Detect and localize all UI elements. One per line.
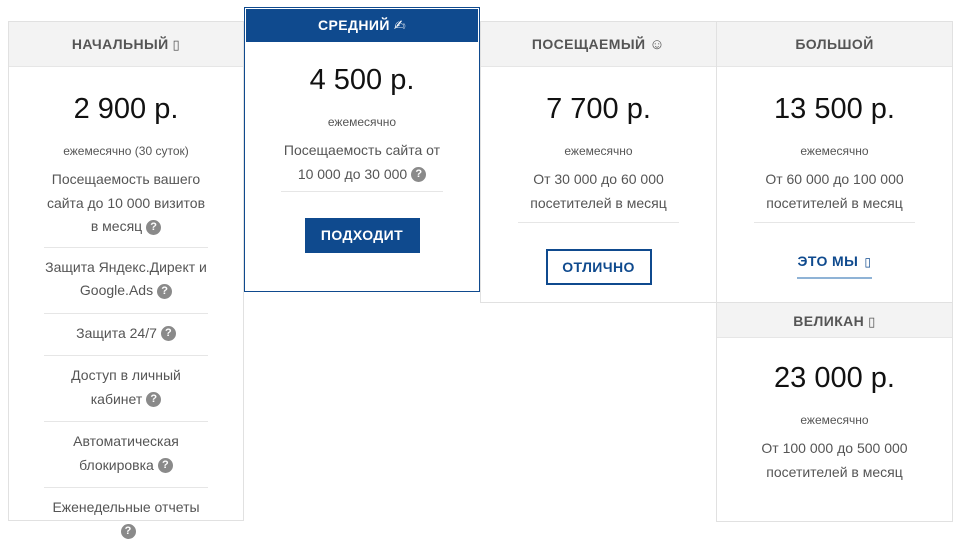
plan-header: ПОСЕЩАЕМЫЙ ☺ [481,22,716,67]
button-label: ЭТО МЫ [797,253,859,269]
plan-price: 13 500 р. [774,93,895,125]
feature-text: От 30 000 до 60 000 посетителей в месяц [530,171,667,211]
plan-header: НАЧАЛЬНЫЙ ▯ [9,22,243,67]
plan-name: НАЧАЛЬНЫЙ [71,36,169,52]
feature-text: От 100 000 до 500 000 посетителей в меся… [761,440,908,480]
plan-feature: От 30 000 до 60 000 посетителей в месяц [518,162,679,223]
feature-item: Еженедельные отчеты? [44,488,208,553]
feature-list: Посещаемость вашего сайта до 10 000 визи… [44,162,208,553]
plan-name: ПОСЕЩАЕМЫЙ [531,36,646,52]
plan-feature: От 60 000 до 100 000 посетителей в месяц [754,162,915,223]
ok-button[interactable]: ОТЛИЧНО [545,249,652,285]
plan-card-visited: ПОСЕЩАЕМЫЙ ☺ 7 700 р. ежемесячно От 30 00… [480,21,717,303]
feature-text: Защита Яндекс.Директ и Google.Ads [45,258,207,299]
feature-item: Защита Яндекс.Директ и Google.Ads? [44,248,208,314]
plan-feature: Посещаемость сайта от 10 000 до 30 000? [281,133,443,192]
plan-period: ежемесячно [800,413,869,427]
its-us-button[interactable]: ЭТО МЫ ▯ [797,253,872,279]
plan-header: СРЕДНИЙ ✍ [246,9,478,42]
plan-header: ВЕЛИКАН ▯ [717,303,952,338]
feature-item: Доступ в личный кабинет? [44,356,208,422]
feature-text: Еженедельные отчеты [52,499,200,515]
help-icon[interactable]: ? [160,326,176,342]
plan-name: БОЛЬШОЙ [795,36,874,52]
feature-text: Защита 24/7 [76,324,157,341]
button-wrap: ПОДХОДИТ [245,218,479,253]
plan-period: ежемесячно [800,144,869,158]
hand-icon: ✍ [393,17,406,33]
square-icon: ▯ [172,37,181,52]
feature-text: Посещаемость вашего сайта до 10 000 визи… [46,171,206,234]
help-icon[interactable]: ? [120,524,136,540]
plan-period: ежемесячно [327,115,397,129]
smiley-icon: ☺ [649,36,666,53]
plan-price: 4 500 р. [309,64,415,96]
plan-price: 7 700 р. [546,93,651,125]
plan-period: ежемесячно (30 суток) [63,144,189,158]
plan-name: ВЕЛИКАН [793,313,865,329]
fits-button[interactable]: ПОДХОДИТ [304,218,420,253]
help-icon[interactable]: ? [146,392,162,408]
help-icon[interactable]: ? [146,219,162,235]
plan-card-medium: СРЕДНИЙ ✍ 4 500 р. ежемесячно Посещаемост… [244,7,480,292]
help-icon[interactable]: ? [157,458,173,474]
plan-card-giant: ВЕЛИКАН ▯ 23 000 р. ежемесячно От 100 000… [716,302,953,522]
plan-header: БОЛЬШОЙ [717,22,952,67]
plan-card-big: БОЛЬШОЙ 13 500 р. ежемесячно От 60 000 д… [716,21,953,303]
button-wrap: ЭТО МЫ ▯ [717,253,952,279]
feature-text: От 60 000 до 100 000 посетителей в месяц [765,171,904,211]
square-icon: ▯ [864,255,872,269]
help-icon[interactable]: ? [157,283,173,299]
square-icon: ▯ [868,314,876,329]
feature-text: Доступ в личный кабинет [71,367,181,407]
button-wrap: ОТЛИЧНО [481,249,716,285]
plan-period: ежемесячно [564,144,633,158]
plan-feature: От 100 000 до 500 000 посетителей в меся… [754,431,915,491]
plan-card-starter: НАЧАЛЬНЫЙ ▯ 2 900 р. ежемесячно (30 суток… [8,21,244,540]
help-icon[interactable]: ? [411,167,427,183]
feature-item: Посещаемость вашего сайта до 10 000 визи… [44,162,208,248]
feature-item: Защита 24/7? [44,314,208,356]
feature-item: Автоматическая блокировка? [44,422,208,488]
plan-price: 23 000 р. [774,362,895,394]
plan-price: 2 900 р. [73,93,179,125]
plan-name: СРЕДНИЙ [318,17,390,33]
